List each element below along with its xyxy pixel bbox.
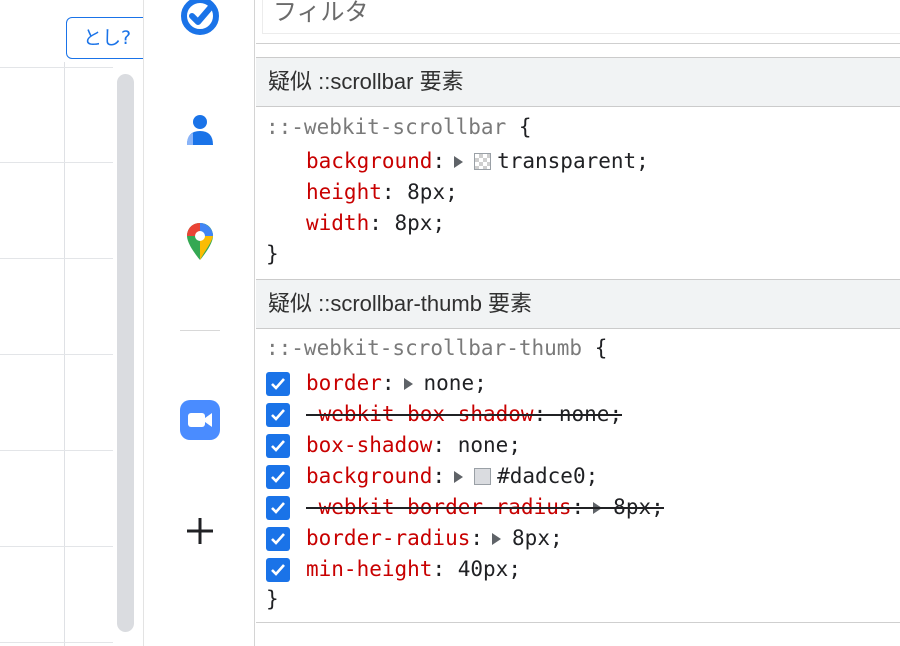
property-value[interactable]: #dadce0 (497, 461, 586, 492)
styles-panel: フィルタ 疑似 ::scrollbar 要素 ::-webkit-scrollb… (256, 0, 900, 646)
property-value[interactable]: transparent (497, 146, 636, 177)
property-name[interactable]: min-height (306, 554, 432, 585)
rule-selector: ::-webkit-scrollbar-thumb { (266, 333, 607, 364)
contacts-person-icon[interactable] (180, 110, 220, 150)
expand-triangle-icon[interactable] (403, 377, 413, 390)
rule-selector: ::-webkit-scrollbar { (266, 112, 532, 143)
property-name[interactable]: height (306, 177, 382, 208)
app-dock (143, 0, 255, 646)
property-value[interactable]: none (458, 430, 509, 461)
checkbox-checked-icon[interactable] (266, 371, 290, 396)
checkbox-checked-icon[interactable] (266, 402, 290, 427)
checkbox-checked-icon[interactable] (266, 557, 290, 582)
dock-separator (180, 330, 220, 331)
page-action-button[interactable]: とし? (66, 17, 143, 59)
declaration[interactable]: border-radius: 8px; (266, 523, 563, 554)
checkbox-checked-icon[interactable] (266, 526, 290, 551)
declaration[interactable]: height: 8px; (266, 177, 458, 208)
declaration[interactable]: background: #dadce0; (266, 461, 598, 492)
divider (256, 622, 900, 623)
property-name[interactable]: width (306, 208, 369, 239)
color-swatch[interactable] (474, 468, 492, 485)
property-value[interactable]: 8px (512, 523, 550, 554)
strikethrough (306, 507, 664, 509)
declaration[interactable]: border: none; (266, 368, 487, 399)
filter-input[interactable]: フィルタ (262, 0, 900, 34)
close-brace: } (266, 587, 279, 611)
declaration[interactable]: min-height: 40px; (266, 554, 521, 585)
property-name[interactable]: background (306, 461, 432, 492)
page-scrollbar-thumb[interactable] (117, 74, 134, 632)
maps-pin-icon[interactable] (180, 222, 220, 262)
checkbox-checked-icon[interactable] (266, 495, 290, 520)
tasks-check-icon[interactable] (180, 0, 220, 36)
close-brace: } (266, 242, 279, 266)
add-icon[interactable] (180, 511, 220, 551)
grid-line (0, 67, 113, 68)
declaration[interactable]: width: 8px; (266, 208, 445, 239)
property-value[interactable]: none (424, 368, 475, 399)
video-meeting-icon[interactable] (180, 400, 220, 440)
grid-line (0, 546, 113, 547)
grid-line (0, 354, 113, 355)
selector-text: ::-webkit-scrollbar-thumb (266, 336, 583, 360)
checkbox-checked-icon[interactable] (266, 464, 290, 489)
grid-line (0, 642, 113, 643)
checkbox-checked-icon[interactable] (266, 433, 290, 458)
expand-triangle-icon[interactable] (454, 470, 464, 483)
property-value[interactable]: 8px (407, 177, 445, 208)
declaration-overridden[interactable]: -webkit-border-radius: 8px; (266, 492, 664, 523)
divider (256, 43, 900, 44)
selector-text: ::-webkit-scrollbar (266, 115, 507, 139)
expand-triangle-icon[interactable] (454, 155, 464, 168)
property-value[interactable]: 8px (395, 208, 433, 239)
open-brace: { (582, 336, 608, 360)
property-name[interactable]: border (306, 368, 382, 399)
declaration[interactable]: box-shadow: none; (266, 430, 521, 461)
expand-triangle-icon[interactable] (492, 532, 502, 545)
property-name[interactable]: box-shadow (306, 430, 432, 461)
declaration[interactable]: background: transparent; (266, 146, 649, 177)
grid-line (0, 258, 113, 259)
property-name[interactable]: border-radius (306, 523, 470, 554)
open-brace: { (506, 115, 532, 139)
pseudo-element-header: 疑似 ::scrollbar 要素 (256, 57, 900, 107)
pseudo-element-header: 疑似 ::scrollbar-thumb 要素 (256, 279, 900, 329)
property-value[interactable]: 40px (458, 554, 509, 585)
page-content-area: とし? (0, 0, 143, 646)
strikethrough (306, 414, 623, 416)
declaration-overridden[interactable]: -webkit-box-shadow: none; (266, 399, 623, 430)
grid-line (0, 450, 113, 451)
grid-line (0, 162, 113, 163)
color-swatch[interactable] (474, 153, 492, 170)
property-name[interactable]: background (306, 146, 432, 177)
